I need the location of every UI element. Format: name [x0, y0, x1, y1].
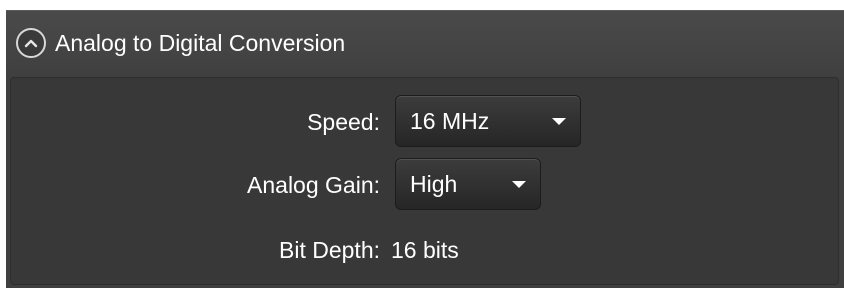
- panel-title: Analog to Digital Conversion: [55, 30, 346, 56]
- speed-value: 16 MHz: [410, 108, 490, 134]
- analog-gain-value: High: [410, 171, 458, 197]
- speed-dropdown[interactable]: 16 MHz: [395, 95, 581, 147]
- panel-header[interactable]: Analog to Digital Conversion: [6, 11, 844, 75]
- speed-label: Speed:: [307, 109, 380, 135]
- dropdown-arrow-icon: [552, 118, 566, 125]
- analog-gain-label: Analog Gain:: [247, 172, 380, 198]
- window: Analog to Digital Conversion Speed: 16 M…: [0, 0, 844, 288]
- collapse-button[interactable]: [16, 28, 46, 58]
- analog-gain-dropdown[interactable]: High: [395, 158, 541, 210]
- chevron-up-icon: [24, 39, 38, 48]
- bit-depth-label: Bit Depth:: [279, 237, 380, 263]
- dropdown-arrow-icon: [512, 181, 526, 188]
- panel-body: Speed: 16 MHz Analog Gain: High Bit Dept…: [10, 77, 839, 285]
- bit-depth-value: 16 bits: [391, 237, 459, 263]
- adc-settings-panel: Analog to Digital Conversion Speed: 16 M…: [6, 10, 844, 288]
